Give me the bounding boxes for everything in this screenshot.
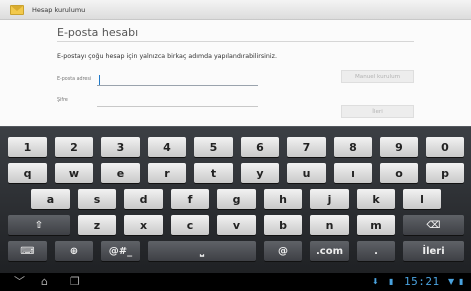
space-icon: ⎵ <box>200 245 204 257</box>
download-icon[interactable]: ⬇ <box>372 277 379 286</box>
key-w[interactable]: w <box>55 163 93 183</box>
enter-label: İleri <box>422 245 445 257</box>
recent-apps-icon[interactable]: ❐ <box>70 275 80 289</box>
keyboard-settings-icon: ⌨ <box>20 245 35 257</box>
key-r[interactable]: r <box>148 163 186 183</box>
key-m[interactable]: m <box>357 215 395 235</box>
key-y[interactable]: y <box>241 163 279 183</box>
page-title: Hesap kurulumu <box>32 5 86 14</box>
key-8[interactable]: 8 <box>334 137 372 157</box>
key-4[interactable]: 4 <box>148 137 186 157</box>
backspace-key[interactable]: ⌫ <box>403 215 464 235</box>
sd-card-icon[interactable]: ▮ <box>389 277 393 286</box>
key-l[interactable]: l <box>403 189 441 209</box>
back-icon[interactable]: ﹀ <box>14 275 25 289</box>
key-5[interactable]: 5 <box>194 137 233 157</box>
key-q[interactable]: q <box>8 163 47 183</box>
text-cursor <box>99 75 100 85</box>
key-v[interactable]: v <box>217 215 256 235</box>
form-description: E-postayı çoğu hesap için yalnızca birka… <box>57 53 277 60</box>
system-bar: ﹀ ⌂ ❐ ⬇ ▮ 15:21 ▼ ▮ <box>0 273 471 291</box>
symbols-label: @#_ <box>108 245 133 257</box>
key-j[interactable]: j <box>310 189 349 209</box>
email-field[interactable] <box>97 74 258 86</box>
at-key[interactable]: @ <box>264 241 302 261</box>
key-n[interactable]: n <box>310 215 349 235</box>
key-o[interactable]: o <box>380 163 418 183</box>
at-label: @ <box>278 245 288 257</box>
wifi-icon[interactable]: ▼ <box>448 277 454 286</box>
password-field[interactable] <box>97 95 258 107</box>
key-7[interactable]: 7 <box>287 137 326 157</box>
manual-setup-button[interactable]: Manuel kurulum <box>341 70 414 83</box>
key-0[interactable]: 0 <box>426 137 464 157</box>
key-c[interactable]: c <box>171 215 209 235</box>
next-button[interactable]: İleri <box>341 105 414 118</box>
key-d[interactable]: d <box>124 189 163 209</box>
key-9[interactable]: 9 <box>380 137 418 157</box>
key-z[interactable]: z <box>78 215 116 235</box>
action-bar: Hesap kurulumu <box>0 0 471 20</box>
enter-next-key[interactable]: İleri <box>403 241 464 261</box>
dotcom-label: .com <box>315 245 344 257</box>
key-u[interactable]: u <box>287 163 326 183</box>
envelope-icon <box>10 3 24 16</box>
form-heading: E-posta hesabı <box>57 26 139 39</box>
key-k[interactable]: k <box>357 189 395 209</box>
key-t[interactable]: t <box>194 163 233 183</box>
key-b[interactable]: b <box>264 215 302 235</box>
keyboard-settings-key[interactable]: ⌨ <box>8 241 47 261</box>
account-setup-form: E-posta hesabı E-postayı çoğu hesap için… <box>0 20 471 126</box>
email-label: E-posta adresi <box>57 77 92 82</box>
period-key[interactable]: . <box>357 241 395 261</box>
clock[interactable]: 15:21 <box>404 275 440 288</box>
key-s[interactable]: s <box>78 189 116 209</box>
key-3[interactable]: 3 <box>101 137 140 157</box>
key-2[interactable]: 2 <box>55 137 93 157</box>
key-dotless-i[interactable]: ı <box>334 163 372 183</box>
language-key[interactable]: ⊕ <box>55 241 93 261</box>
shift-key[interactable]: ⇧ <box>8 215 70 235</box>
space-key[interactable]: ⎵ <box>148 241 256 261</box>
globe-icon: ⊕ <box>69 245 79 257</box>
password-label: Şifre <box>57 98 68 103</box>
on-screen-keyboard: 1 2 3 4 5 6 7 8 9 0 q w e r t y u ı o p … <box>0 126 471 273</box>
home-icon[interactable]: ⌂ <box>41 275 48 289</box>
key-p[interactable]: p <box>426 163 464 183</box>
key-6[interactable]: 6 <box>241 137 279 157</box>
battery-icon[interactable]: ▮ <box>459 277 463 286</box>
key-a[interactable]: a <box>31 189 70 209</box>
heading-divider <box>57 41 414 42</box>
key-h[interactable]: h <box>264 189 302 209</box>
key-1[interactable]: 1 <box>8 137 47 157</box>
backspace-icon: ⌫ <box>426 219 441 231</box>
dotcom-key[interactable]: .com <box>310 241 349 261</box>
period-label: . <box>374 245 378 257</box>
symbols-key[interactable]: @#_ <box>101 241 140 261</box>
key-x[interactable]: x <box>124 215 163 235</box>
shift-icon: ⇧ <box>34 219 44 231</box>
key-f[interactable]: f <box>171 189 209 209</box>
key-g[interactable]: g <box>217 189 256 209</box>
key-e[interactable]: e <box>101 163 140 183</box>
